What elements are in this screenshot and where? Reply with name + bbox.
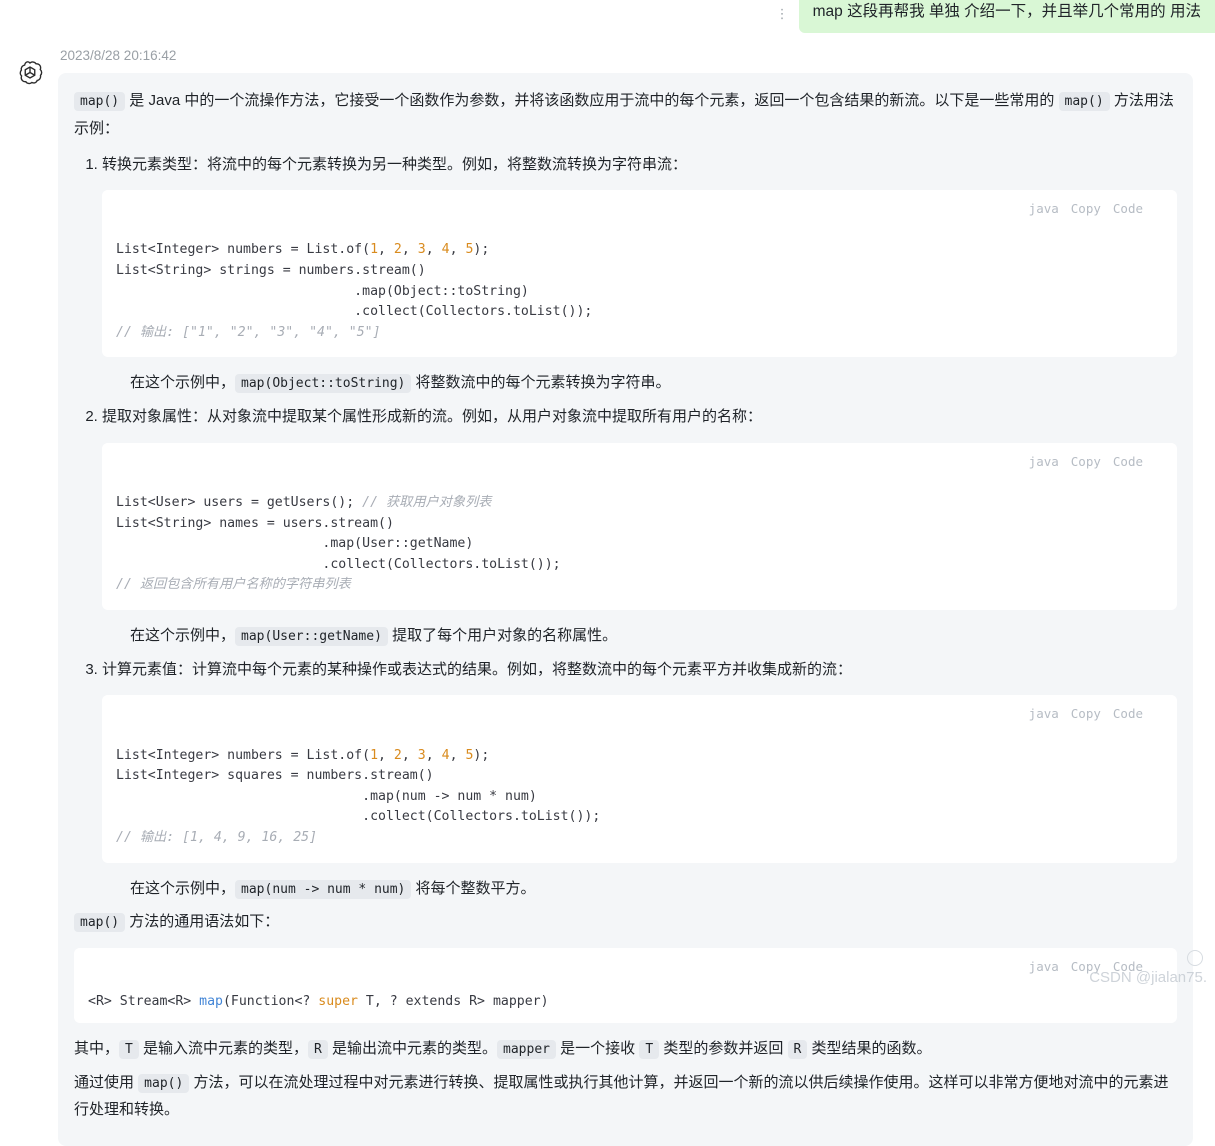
closing-1-a: 其中， <box>74 1039 120 1057</box>
inline-code-R: R <box>308 1039 328 1059</box>
code-block-4-content: <R> Stream<R> map(Function<? super T, ? … <box>88 994 549 1010</box>
code-block-1: java Copy Code List<Integer> numbers = L… <box>102 190 1177 358</box>
step-2-text: 提取对象属性：从对象流中提取某个属性形成新的流。例如，从用户对象流中提取所有用户… <box>102 408 763 426</box>
code-button[interactable]: Code <box>1113 450 1143 473</box>
step-3-text: 计算元素值：计算流中每个元素的某种操作或表达式的结果。例如，将整数流中的每个元素… <box>102 660 853 678</box>
closing-paragraph-2: 通过使用 map() 方法，可以在流处理过程中对元素进行转换、提取属性或执行其他… <box>74 1069 1177 1125</box>
inline-code-mapper: mapper <box>497 1039 556 1059</box>
closing-1-d: 是一个接收 <box>555 1039 640 1057</box>
code-block-1-content: List<Integer> numbers = List.of(1, 2, 3,… <box>116 242 593 340</box>
openai-logo-icon <box>14 58 46 90</box>
closing-1-e: 类型的参数并返回 <box>659 1039 788 1057</box>
code-block-1-toolbar: java Copy Code <box>102 190 1177 225</box>
code-block-4-toolbar: java Copy Code <box>74 948 1177 983</box>
code-language-label: java <box>1028 453 1059 469</box>
intro-text-mid: 是 Java 中的一个流操作方法，它接受一个函数作为参数，并将该函数应用于流中的… <box>125 92 1059 109</box>
explanation-3-suffix: 将每个整数平方。 <box>411 879 536 897</box>
closing-1-c: 是输出流中元素的类型。 <box>327 1039 498 1057</box>
explanation-1-code: map(Object::toString) <box>235 374 412 394</box>
code-block-3: java Copy Code List<Integer> numbers = L… <box>102 695 1177 863</box>
explanation-1: 在这个示例中， map(Object::toString) 将整数流中的每个元素转… <box>130 369 1177 397</box>
code-button[interactable]: Code <box>1113 197 1143 220</box>
assistant-message-row: 2023/8/28 20:16:42 map() 是 Java 中的一个流操作方… <box>0 48 1215 1146</box>
avatar-column <box>0 48 58 1146</box>
closing-paragraph-1: 其中， T 是输入流中元素的类型， R 是输出流中元素的类型。 mapper 是一个接… <box>74 1035 1177 1063</box>
explanation-2-prefix: 在这个示例中， <box>130 626 236 644</box>
usage-list: 转换元素类型：将流中的每个元素转换为另一种类型。例如，将整数流转换为字符串流： … <box>74 151 1177 903</box>
copy-button[interactable]: Copy <box>1071 955 1101 978</box>
code-button[interactable]: Code <box>1113 955 1143 978</box>
code-language-label: java <box>1028 959 1059 975</box>
explanation-3-prefix: 在这个示例中， <box>130 879 236 897</box>
syntax-intro-suffix: 方法的通用语法如下： <box>125 913 280 931</box>
assistant-message-column: 2023/8/28 20:16:42 map() 是 Java 中的一个流操作方… <box>58 48 1215 1146</box>
list-item: 提取对象属性：从对象流中提取某个属性形成新的流。例如，从用户对象流中提取所有用户… <box>102 403 1177 431</box>
explanation-2: 在这个示例中， map(User::getName) 提取了每个用户对象的名称属性… <box>130 622 1177 650</box>
code-block-3-content: List<Integer> numbers = List.of(1, 2, 3,… <box>116 747 601 845</box>
copy-button[interactable]: Copy <box>1071 197 1101 220</box>
code-block-2: java Copy Code List<User> users = getUse… <box>102 442 1177 610</box>
closing-2-b: 方法，可以在流处理过程中对元素进行转换、提取属性或执行其他计算，并返回一个新的流… <box>74 1073 1169 1119</box>
code-language-label: java <box>1028 706 1059 722</box>
code-button[interactable]: Code <box>1113 702 1143 725</box>
inline-code-R-2: R <box>787 1039 808 1059</box>
code-block-2-toolbar: java Copy Code <box>102 442 1177 477</box>
copy-button[interactable]: Copy <box>1071 450 1101 473</box>
step-1-text: 转换元素类型：将流中的每个元素转换为另一种类型。例如，将整数流转换为字符串流： <box>102 155 688 173</box>
message-options-icon[interactable]: ⋮ <box>776 7 789 20</box>
explanation-2-suffix: 提取了每个用户对象的名称属性。 <box>387 626 618 644</box>
syntax-intro-paragraph: map() 方法的通用语法如下： <box>74 908 1177 936</box>
inline-code-T: T <box>119 1039 139 1059</box>
code-block-2-content: List<User> users = getUsers(); // 获取用户对象… <box>116 494 561 593</box>
message-timestamp: 2023/8/28 20:16:42 <box>60 48 177 63</box>
explanation-1-prefix: 在这个示例中， <box>130 374 236 392</box>
inline-code-map-4: map() <box>138 1073 190 1093</box>
inline-code-T-2: T <box>639 1039 660 1059</box>
explanation-3: 在这个示例中， map(num -> num * num) 将每个整数平方。 <box>130 875 1177 903</box>
code-block-3-toolbar: java Copy Code <box>102 695 1177 730</box>
user-message-bubble: map 这段再帮我 单独 介绍一下，并且举几个常用的 用法 <box>798 0 1215 33</box>
list-item: 转换元素类型：将流中的每个元素转换为另一种类型。例如，将整数流转换为字符串流： <box>102 151 1177 179</box>
closing-1-b: 是输入流中元素的类型， <box>138 1039 309 1057</box>
code-language-label: java <box>1028 201 1059 217</box>
code-block-4: java Copy Code <R> Stream<R> map(Functio… <box>74 948 1177 1023</box>
inline-code-map: map() <box>74 92 126 111</box>
intro-paragraph: map() 是 Java 中的一个流操作方法，它接受一个函数作为参数，并将该函数… <box>74 87 1177 143</box>
closing-1-f: 类型结果的函数。 <box>807 1039 932 1057</box>
explanation-3-code: map(num -> num * num) <box>235 879 412 899</box>
closing-2-a: 通过使用 <box>74 1073 139 1091</box>
assistant-message-bubble: map() 是 Java 中的一个流操作方法，它接受一个函数作为参数，并将该函数… <box>58 73 1193 1146</box>
inline-code-map-2: map() <box>1058 92 1110 111</box>
explanation-2-code: map(User::getName) <box>235 626 388 646</box>
list-item: 计算元素值：计算流中每个元素的某种操作或表达式的结果。例如，将整数流中的每个元素… <box>102 656 1177 684</box>
copy-button[interactable]: Copy <box>1071 702 1101 725</box>
user-message-row: ⋮ map 这段再帮我 单独 介绍一下，并且举几个常用的 用法 <box>0 0 1215 33</box>
explanation-1-suffix: 将整数流中的每个元素转换为字符串。 <box>411 374 671 392</box>
inline-code-map-3: map() <box>74 913 126 933</box>
